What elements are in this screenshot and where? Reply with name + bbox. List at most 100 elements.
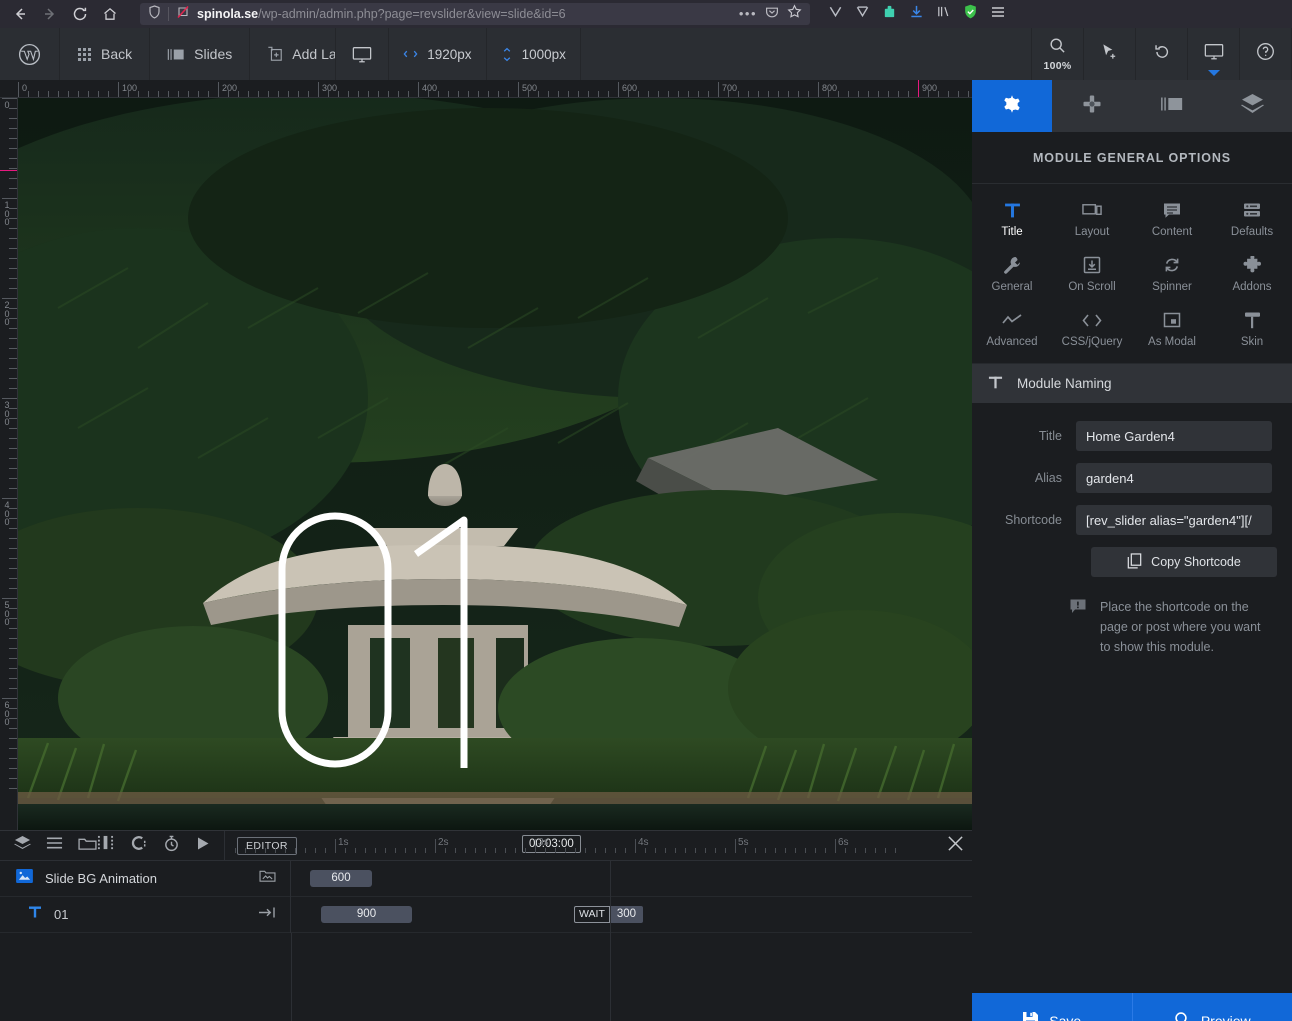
- star-icon[interactable]: [787, 4, 802, 24]
- ruler-minor-tick: [628, 91, 629, 97]
- tab-layers-move[interactable]: [1052, 80, 1132, 132]
- slide-canvas[interactable]: [18, 98, 972, 830]
- toolbar-cursor-add[interactable]: [1084, 28, 1136, 80]
- panel-item-spinner[interactable]: Spinner: [1132, 249, 1212, 296]
- folder-icon[interactable]: [78, 836, 97, 856]
- panel-item-label: Layout: [1074, 226, 1110, 238]
- panel-item-layout[interactable]: Layout: [1052, 194, 1132, 241]
- timeline-wait-chip[interactable]: WAIT 300: [574, 905, 644, 923]
- extension-green-icon[interactable]: [882, 4, 897, 24]
- folder-image-icon[interactable]: [259, 869, 290, 888]
- toolbar-help[interactable]: [1240, 28, 1292, 80]
- toolbar-zoom[interactable]: 100%: [1032, 28, 1084, 80]
- browser-back-button[interactable]: [6, 2, 34, 26]
- toolbar-device-selector[interactable]: [336, 28, 390, 80]
- alias-input[interactable]: [1076, 463, 1272, 493]
- timeline-bar[interactable]: 600: [310, 869, 372, 887]
- timeline-row[interactable]: Slide BG Animation 600: [0, 860, 972, 897]
- ruler-guide-line[interactable]: [918, 80, 919, 97]
- toolbar-undo[interactable]: [1136, 28, 1188, 80]
- toolbar-item-slides[interactable]: Slides: [150, 28, 251, 80]
- toolbar-width[interactable]: 1920px: [389, 28, 487, 80]
- panel-item-content[interactable]: Content: [1132, 194, 1212, 241]
- browser-reload-button[interactable]: [66, 2, 94, 26]
- timeline-current-time[interactable]: 00:03:00: [522, 834, 581, 853]
- close-icon[interactable]: [947, 835, 964, 857]
- toolbar-item-back[interactable]: Back: [60, 28, 151, 80]
- field-row-shortcode: Shortcode: [992, 505, 1272, 535]
- horizontal-ruler[interactable]: 0 100 200 300 400 500 600 700 800 900: [0, 80, 972, 98]
- toolbar-preview-device[interactable]: [1188, 28, 1240, 80]
- ruler-label: 0: [22, 83, 28, 93]
- vivaldi-alt-icon[interactable]: [855, 4, 870, 24]
- ruler-minor-tick: [98, 91, 99, 97]
- ruler-major-tick: [18, 82, 19, 97]
- panel-item-advanced[interactable]: Advanced: [972, 304, 1052, 351]
- title-input[interactable]: [1076, 421, 1272, 451]
- shield-green-icon[interactable]: [963, 4, 978, 25]
- timeline-row[interactable]: 01 900 WAIT 300: [0, 896, 972, 933]
- timeline-row-label[interactable]: 01: [0, 896, 291, 933]
- copy-shortcode-button[interactable]: Copy Shortcode: [1091, 547, 1277, 577]
- ruler-minor-tick: [9, 488, 17, 489]
- browser-home-button[interactable]: [96, 2, 124, 26]
- library-icon[interactable]: [936, 4, 951, 24]
- panel-item-title[interactable]: Title: [972, 194, 1052, 241]
- ruler-minor-tick: [588, 91, 589, 97]
- section-header-module-naming[interactable]: Module Naming: [972, 363, 1292, 403]
- timeline-minor-tick: [395, 847, 396, 853]
- tracking-protection-off-icon[interactable]: [176, 5, 190, 24]
- refresh-icon: [1163, 255, 1181, 275]
- timeline-minor-tick: [425, 847, 426, 853]
- ruler-minor-tick: [9, 568, 17, 569]
- pocket-icon[interactable]: [765, 5, 779, 24]
- ruler-minor-tick: [438, 91, 439, 97]
- tab-layers[interactable]: [1212, 80, 1292, 132]
- ruler-minor-tick: [498, 91, 499, 97]
- timeline-ruler[interactable]: EDITOR 00:03:00 1s 2s 3s 4s 5s 6s: [225, 831, 972, 861]
- timeline-minor-tick: [845, 847, 846, 853]
- loop-icon[interactable]: [130, 835, 147, 856]
- timeline-bar[interactable]: 900: [321, 905, 412, 923]
- ruler-guide-line[interactable]: [0, 170, 17, 171]
- timeline-row-label[interactable]: Slide BG Animation: [0, 860, 291, 897]
- address-bar[interactable]: spinola.se/wp-admin/admin.php?page=revsl…: [140, 3, 810, 25]
- ruler-minor-tick: [258, 91, 259, 97]
- stopwatch-icon[interactable]: [163, 835, 180, 857]
- snap-icon[interactable]: [97, 835, 114, 856]
- panel-item-css-jquery[interactable]: CSS/jQuery: [1052, 304, 1132, 351]
- download-icon[interactable]: [909, 4, 924, 24]
- layers-icon[interactable]: [14, 835, 31, 856]
- browser-forward-button[interactable]: [36, 2, 64, 26]
- shortcode-input[interactable]: [1076, 505, 1272, 535]
- save-button[interactable]: Save: [972, 993, 1132, 1021]
- vivaldi-icon[interactable]: [828, 4, 843, 24]
- toolbar-label-add-layer: Add La: [292, 46, 337, 62]
- list-icon[interactable]: [46, 836, 63, 855]
- ruler-major-tick: [2, 198, 17, 199]
- timeline-minor-tick: [275, 847, 276, 853]
- toolbar-item-add-layer[interactable]: Add La: [250, 28, 337, 80]
- panel-item-as-modal[interactable]: As Modal: [1132, 304, 1212, 351]
- ruler-minor-tick: [828, 91, 829, 97]
- tab-slides[interactable]: [1132, 80, 1212, 132]
- timeline-track[interactable]: 900 WAIT 300: [291, 896, 972, 933]
- vertical-ruler[interactable]: 0100200300400500600: [0, 98, 18, 830]
- panel-item-skin[interactable]: Skin: [1212, 304, 1292, 351]
- slide-number-layer[interactable]: [268, 506, 498, 771]
- preview-button[interactable]: Preview: [1131, 993, 1292, 1021]
- panel-item-on-scroll[interactable]: On Scroll: [1052, 249, 1132, 296]
- play-icon[interactable]: [196, 836, 210, 856]
- menu-icon[interactable]: [990, 4, 1006, 25]
- tab-module-settings[interactable]: [972, 80, 1052, 132]
- timeline-minor-tick: [805, 847, 806, 853]
- panel-item-defaults[interactable]: Defaults: [1212, 194, 1292, 241]
- ellipsis-icon[interactable]: •••: [739, 7, 757, 20]
- timeline-track[interactable]: 600: [291, 860, 972, 897]
- arrow-to-end-icon[interactable]: [258, 906, 290, 924]
- panel-item-general[interactable]: General: [972, 249, 1052, 296]
- field-label-shortcode: Shortcode: [1005, 513, 1062, 527]
- toolbar-height[interactable]: 1000px: [487, 28, 581, 80]
- panel-item-addons[interactable]: Addons: [1212, 249, 1292, 296]
- wordpress-logo[interactable]: [0, 28, 60, 80]
